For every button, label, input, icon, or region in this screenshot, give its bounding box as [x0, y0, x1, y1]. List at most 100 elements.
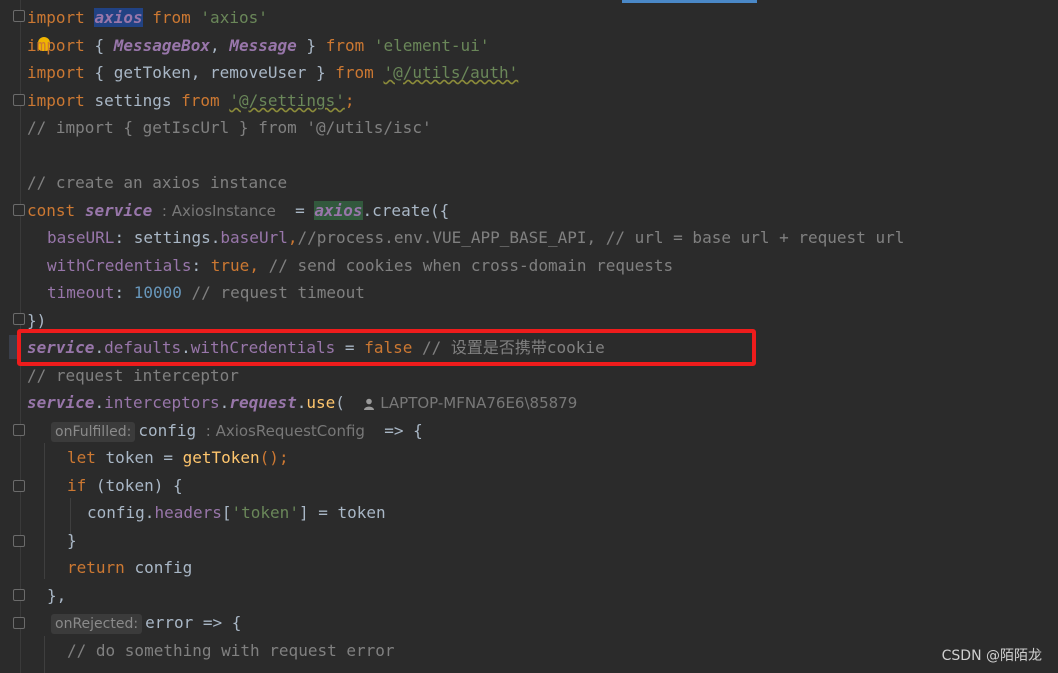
code-token: from: [325, 36, 365, 55]
code-token: :: [191, 256, 202, 275]
code-token: let: [67, 448, 96, 467]
code-line-23[interactable]: onRejected: error => {: [51, 609, 241, 636]
code-token: axios: [94, 8, 143, 27]
code-token: true: [210, 256, 250, 275]
code-token: 'token': [231, 503, 299, 522]
code-token: //process.env.VUE_APP_BASE_API, // url =…: [297, 228, 905, 247]
code-token: axios: [314, 201, 363, 220]
code-token: '@/utils/auth': [383, 63, 519, 82]
code-token: ();: [259, 448, 289, 467]
code-token: .: [296, 393, 307, 412]
code-token: headers: [154, 503, 222, 522]
code-token: from: [335, 63, 374, 82]
code-token: interceptors: [104, 393, 220, 412]
code-token: }: [306, 36, 317, 55]
code-token: ,: [210, 36, 220, 55]
code-line-16[interactable]: onFulfilled: config : AxiosRequestConfig …: [51, 417, 423, 444]
code-line-20[interactable]: }: [67, 527, 77, 554]
code-token: {: [94, 36, 105, 55]
author-hint: LAPTOP-MFNA76E6\85879: [364, 394, 577, 412]
code-token: .create({: [362, 201, 450, 220]
fold-marker-icon[interactable]: [13, 424, 25, 436]
code-token: error => {: [145, 613, 242, 632]
fold-marker-icon[interactable]: [13, 535, 25, 547]
code-token: return: [67, 558, 125, 577]
code-token: // request timeout: [191, 283, 365, 302]
code-token: from: [152, 8, 191, 27]
code-token: (: [335, 393, 345, 412]
param-hint: onRejected:: [51, 614, 143, 634]
code-line-11[interactable]: timeout: 10000 // request timeout: [47, 279, 365, 306]
code-line-2[interactable]: import { MessageBox, Message } from 'ele…: [27, 32, 489, 59]
code-line-3[interactable]: import { getToken, removeUser } from '@/…: [27, 59, 518, 86]
code-line-1[interactable]: import axios from 'axios': [27, 4, 268, 31]
user-icon: [364, 398, 375, 410]
code-line-24[interactable]: // do something with request error: [67, 637, 395, 664]
highlight-box: [17, 329, 756, 366]
code-line-17[interactable]: let token = getToken();: [67, 444, 289, 471]
code-line-7[interactable]: // create an axios instance: [27, 169, 287, 196]
code-line-10[interactable]: withCredentials: true, // send cookies w…: [47, 252, 673, 279]
code-token: ,: [249, 256, 259, 275]
code-token: config.: [87, 503, 155, 522]
code-line-15[interactable]: service.interceptors.request.use( LAPTOP…: [27, 389, 577, 416]
code-token: [: [221, 503, 232, 522]
code-line-19[interactable]: config.headers['token'] = token: [87, 499, 386, 526]
code-token: => {: [384, 421, 423, 440]
code-line-14[interactable]: // request interceptor: [27, 362, 239, 389]
type-hint: : AxiosRequestConfig: [205, 422, 365, 440]
fold-marker-icon[interactable]: [13, 10, 25, 22]
code-token: config: [138, 421, 197, 440]
code-token: import: [27, 91, 85, 110]
code-token: import: [27, 63, 85, 82]
code-token: use: [306, 393, 336, 412]
code-token: service: [84, 201, 153, 220]
param-hint: onFulfilled:: [51, 422, 136, 442]
code-token: import: [27, 36, 85, 55]
code-token: request: [229, 393, 297, 412]
code-line-21[interactable]: return config: [67, 554, 192, 581]
code-token: 'element-ui': [373, 36, 490, 55]
code-token: : settings.: [114, 228, 221, 247]
indent-guide: [44, 636, 45, 673]
code-token: ;: [344, 91, 355, 110]
code-token: .: [94, 393, 105, 412]
fold-marker-icon[interactable]: [13, 589, 25, 601]
fold-marker-icon[interactable]: [13, 94, 25, 106]
code-line-9[interactable]: baseURL: settings.baseUrl,//process.env.…: [47, 224, 904, 251]
code-token: config: [134, 558, 193, 577]
code-token: :: [114, 283, 125, 302]
code-line-4[interactable]: import settings from '@/settings';: [27, 87, 355, 114]
code-token: timeout: [47, 283, 115, 302]
indent-guide: [44, 443, 45, 579]
code-token: Message: [229, 36, 297, 55]
fold-marker-icon[interactable]: [13, 313, 25, 325]
code-token: (token) {: [95, 476, 183, 495]
code-line-5[interactable]: // import { getIscUrl } from '@/utils/is…: [27, 114, 432, 141]
code-token: ] = token: [298, 503, 386, 522]
fold-marker-icon[interactable]: [13, 480, 25, 492]
fold-marker-icon[interactable]: [13, 617, 25, 629]
code-token: const: [27, 201, 76, 220]
code-token: .: [219, 393, 230, 412]
code-token: { getToken, removeUser }: [94, 63, 326, 82]
code-token: from: [181, 91, 220, 110]
code-token: baseUrl: [220, 228, 288, 247]
code-token: withCredentials: [47, 256, 192, 275]
code-line-18[interactable]: if (token) {: [67, 472, 183, 499]
author-name: LAPTOP-MFNA76E6\85879: [380, 394, 578, 412]
code-line-8[interactable]: const service : AxiosInstance = axios.cr…: [27, 197, 449, 224]
code-token: =: [295, 201, 305, 220]
code-line-22[interactable]: },: [47, 582, 66, 609]
code-token: if: [67, 476, 87, 495]
code-token: // send cookies when cross-domain reques…: [268, 256, 674, 275]
code-token: 10000: [133, 283, 182, 302]
type-hint: : AxiosInstance: [161, 202, 276, 220]
code-token: import: [27, 8, 85, 27]
active-tab-indicator: [622, 0, 757, 3]
code-token: 'axios': [200, 8, 268, 27]
code-token: baseURL: [47, 228, 115, 247]
code-token: token =: [105, 448, 183, 467]
fold-marker-icon[interactable]: [13, 204, 25, 216]
code-token: service: [27, 393, 95, 412]
